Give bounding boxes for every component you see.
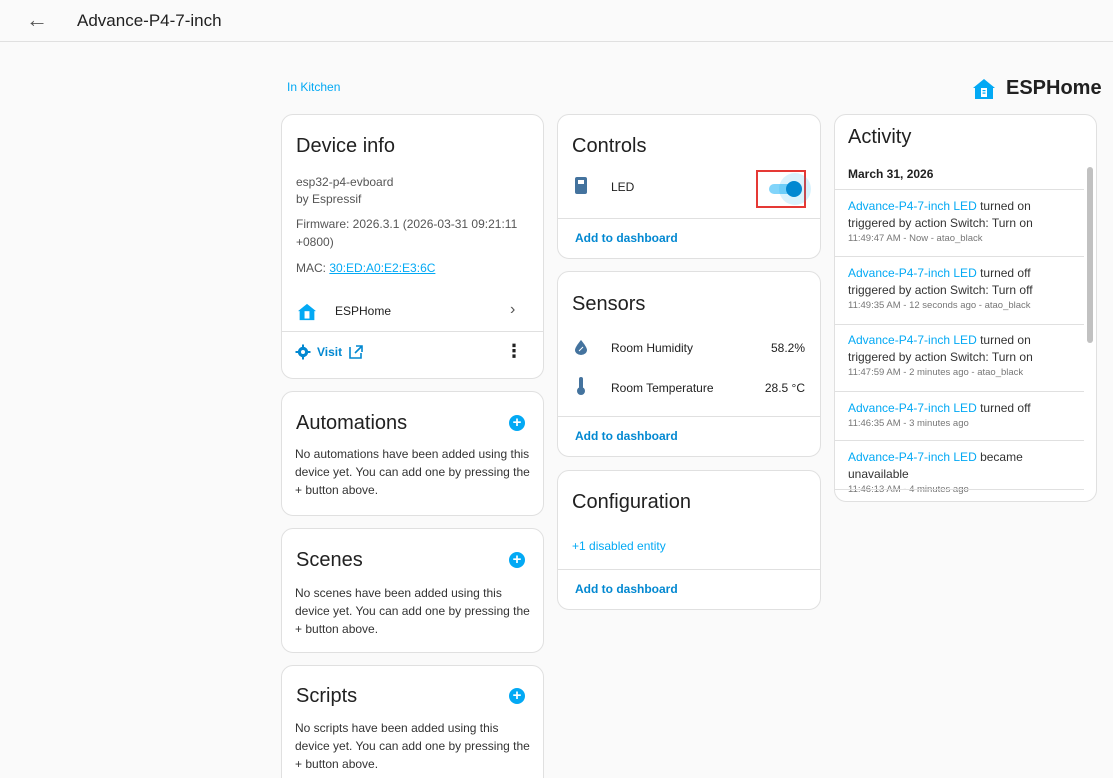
divider (558, 218, 820, 219)
area-link[interactable]: In Kitchen (287, 80, 340, 94)
divider (835, 324, 1084, 325)
brand-name: ESPHome (1006, 77, 1102, 99)
controls-card: Controls LED Add to dashboard (557, 114, 821, 259)
activity-card: Activity March 31, 2026 Advance-P4-7-inc… (834, 114, 1097, 502)
arrow-left-icon[interactable]: ← (26, 8, 48, 32)
sensor-name: Room Humidity (611, 341, 694, 355)
toggle-thumb (786, 181, 802, 197)
more-vert-icon[interactable]: ⋮ (505, 341, 523, 362)
visit-button[interactable]: Visit (295, 344, 364, 360)
page-title: Advance-P4-7-inch (77, 11, 222, 30)
automations-title: Automations (296, 412, 408, 434)
sensor-row-humidity[interactable]: Room Humidity 58.2% (558, 336, 820, 362)
integration-row[interactable]: ESPHome › (282, 295, 543, 329)
mac-value[interactable]: 30:ED:A0:E2:E3:6C (329, 261, 435, 275)
activity-title: Activity (848, 126, 912, 148)
activity-scrollbar[interactable] (1087, 167, 1093, 343)
add-automation-button[interactable]: + (509, 415, 525, 431)
device-info-card: Device info esp32-p4-evboard by Espressi… (281, 114, 544, 379)
switch-device-icon (575, 177, 587, 194)
led-row: LED (558, 170, 820, 208)
device-manufacturer: by Espressif (296, 192, 362, 206)
activity-date: March 31, 2026 (848, 167, 934, 181)
open-in-new-icon (349, 345, 363, 359)
scripts-description: No scripts have been added using this de… (295, 721, 530, 771)
top-app-bar: ← Advance-P4-7-inch (0, 0, 1113, 42)
sensors-card: Sensors Room Humidity 58.2% Room Tempera… (557, 271, 821, 457)
mac-address: MAC: 30:ED:A0:E2:E3:6C (296, 260, 435, 276)
esphome-house-icon (973, 78, 995, 99)
activity-entry: Advance-P4-7-inch LED turned off trigger… (848, 265, 1076, 313)
controls-add-to-dashboard[interactable]: Add to dashboard (575, 231, 678, 245)
led-label: LED (611, 180, 635, 194)
divider (835, 440, 1084, 441)
led-toggle[interactable] (769, 173, 811, 205)
automations-description: No automations have been added using thi… (295, 447, 530, 497)
divider (558, 416, 820, 417)
divider (835, 489, 1084, 490)
esphome-logo: ESPHome (972, 77, 1102, 100)
entity-link[interactable]: Advance-P4-7-inch LED (848, 333, 977, 347)
thermometer-icon (577, 377, 585, 395)
activity-entry: Advance-P4-7-inch LED turned on triggere… (848, 332, 1076, 380)
divider (835, 391, 1084, 392)
divider (835, 256, 1084, 257)
esphome-house-icon (298, 303, 316, 321)
mac-label: MAC: (296, 261, 326, 275)
scenes-card: Scenes + No scenes have been added using… (281, 528, 544, 653)
gear-icon (295, 344, 311, 360)
chevron-right-icon: › (510, 301, 516, 318)
entry-text: turned off (976, 401, 1031, 415)
configuration-add-to-dashboard[interactable]: Add to dashboard (575, 582, 678, 596)
water-percent-icon (575, 340, 587, 355)
sensors-add-to-dashboard[interactable]: Add to dashboard (575, 429, 678, 443)
scenes-description: No scenes have been added using this dev… (295, 586, 530, 636)
controls-title: Controls (572, 135, 647, 157)
sensor-name: Room Temperature (611, 381, 714, 395)
entity-link[interactable]: Advance-P4-7-inch LED (848, 401, 977, 415)
device-model: esp32-p4-evboard (296, 175, 394, 189)
scripts-title: Scripts (296, 685, 358, 707)
divider (558, 569, 820, 570)
entity-link[interactable]: Advance-P4-7-inch LED (848, 450, 977, 464)
entry-meta: 11:47:59 AM - 2 minutes ago - atao_black (848, 367, 1024, 378)
entity-link[interactable]: Advance-P4-7-inch LED (848, 266, 977, 280)
activity-entry: Advance-P4-7-inch LED turned off 11:46:3… (848, 400, 1076, 431)
entry-meta: 11:49:47 AM - Now - atao_black (848, 233, 983, 244)
activity-entry: Advance-P4-7-inch LED turned on triggere… (848, 198, 1076, 246)
entry-meta: 11:49:35 AM - 12 seconds ago - atao_blac… (848, 300, 1031, 311)
visit-label: Visit (317, 345, 343, 359)
sensors-title: Sensors (572, 293, 646, 315)
configuration-title: Configuration (572, 491, 691, 513)
integration-name: ESPHome (335, 304, 392, 318)
sensor-value: 28.5 °C (764, 381, 805, 395)
entry-meta: 11:46:35 AM - 3 minutes ago (848, 418, 969, 429)
entity-link[interactable]: Advance-P4-7-inch LED (848, 199, 977, 213)
divider (835, 189, 1084, 190)
configuration-card: Configuration +1 disabled entity Add to … (557, 470, 821, 610)
scripts-card: Scripts + No scripts have been added usi… (281, 665, 544, 778)
add-scene-button[interactable]: + (509, 552, 525, 568)
device-info-title: Device info (296, 135, 395, 157)
entry-meta: 11:46:13 AM - 4 minutes ago (848, 483, 1076, 497)
firmware-info: Firmware: 2026.3.1 (2026-03-31 09:21:11 … (296, 217, 518, 249)
automations-card: Automations + No automations have been a… (281, 391, 544, 516)
divider (282, 331, 543, 332)
scenes-title: Scenes (296, 549, 363, 571)
disabled-entity-link[interactable]: +1 disabled entity (572, 539, 666, 553)
add-script-button[interactable]: + (509, 688, 525, 704)
sensor-value: 58.2% (770, 341, 805, 355)
sensor-row-temperature[interactable]: Room Temperature 28.5 °C (558, 375, 820, 401)
